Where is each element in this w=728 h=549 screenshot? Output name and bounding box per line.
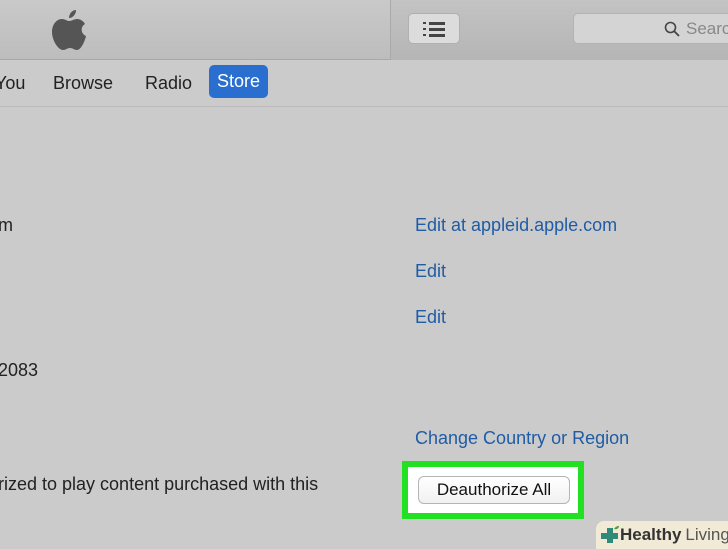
tab-radio[interactable]: Radio bbox=[145, 73, 192, 94]
search-icon bbox=[664, 21, 680, 37]
edit-payment-link[interactable]: Edit bbox=[415, 261, 446, 282]
authorizations-text: rized to play content purchased with thi… bbox=[0, 474, 319, 494]
watermark-light: Living bbox=[685, 525, 728, 544]
tab-store[interactable]: Store bbox=[209, 65, 269, 98]
numbered-list-icon bbox=[423, 21, 445, 37]
nav-tabs: You Browse Radio Store bbox=[0, 65, 728, 101]
highlight-box: Deauthorize All bbox=[402, 461, 584, 519]
divider bbox=[0, 106, 728, 107]
plus-leaf-icon bbox=[601, 526, 619, 543]
phone-value: 2083 bbox=[0, 360, 39, 380]
apple-logo-icon bbox=[52, 10, 86, 50]
deauthorize-all-button[interactable]: Deauthorize All bbox=[418, 476, 570, 504]
tab-for-you[interactable]: You bbox=[0, 73, 25, 94]
edit-apple-id-link[interactable]: Edit at appleid.apple.com bbox=[415, 215, 617, 236]
edit-address-link[interactable]: Edit bbox=[415, 307, 446, 328]
search-placeholder: Searc bbox=[686, 18, 728, 38]
apple-id-value: m bbox=[0, 215, 13, 235]
change-country-link[interactable]: Change Country or Region bbox=[415, 428, 629, 449]
up-next-button[interactable] bbox=[408, 13, 460, 44]
watermark-bold: Healthy bbox=[620, 525, 682, 544]
watermark: Healthy Living bbox=[596, 521, 728, 549]
tab-browse[interactable]: Browse bbox=[53, 73, 113, 94]
search-input[interactable]: Searc bbox=[573, 13, 728, 44]
